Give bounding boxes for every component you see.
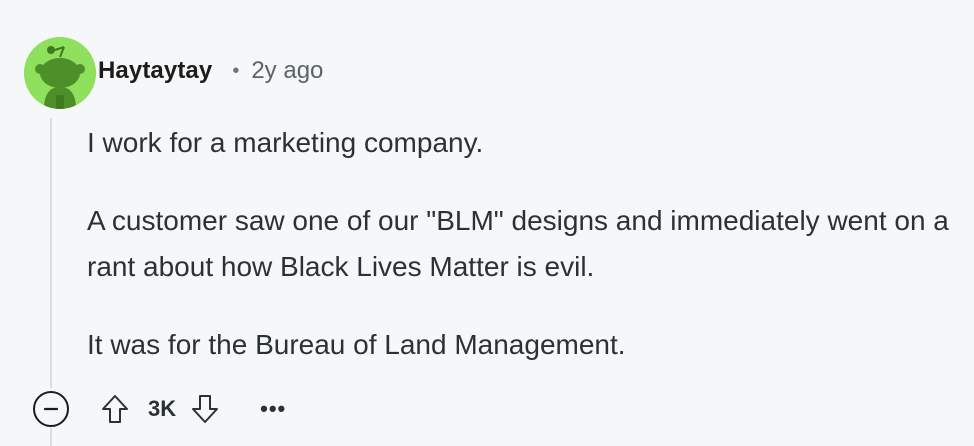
username[interactable]: Haytaytay xyxy=(98,57,212,85)
comment-actions: 3K ••• xyxy=(96,390,286,428)
comment-paragraph: I work for a marketing company. xyxy=(87,127,484,158)
upvote-button[interactable] xyxy=(96,390,134,428)
thread-line-continuation[interactable] xyxy=(50,428,52,446)
thread-line[interactable] xyxy=(50,118,52,388)
minus-icon xyxy=(43,407,59,411)
vote-score: 3K xyxy=(148,396,177,421)
meta-separator: • xyxy=(232,60,240,82)
comment-header: Haytaytay • 2y ago xyxy=(98,54,323,88)
comment-paragraph: A customer saw one of our "BLM" designs … xyxy=(87,205,949,282)
avatar[interactable] xyxy=(24,37,96,109)
comment-paragraph: It was for the Bureau of Land Management… xyxy=(87,329,626,360)
arrow-up-icon xyxy=(102,395,128,423)
snoo-avatar-icon xyxy=(24,37,96,109)
comment: Haytaytay • 2y ago I work for a marketin… xyxy=(0,0,974,446)
downvote-button[interactable] xyxy=(186,390,224,428)
arrow-down-icon xyxy=(192,395,219,423)
timestamp[interactable]: 2y ago xyxy=(251,57,323,85)
collapse-thread-button[interactable] xyxy=(33,391,69,427)
more-options-button[interactable]: ••• xyxy=(260,390,286,428)
